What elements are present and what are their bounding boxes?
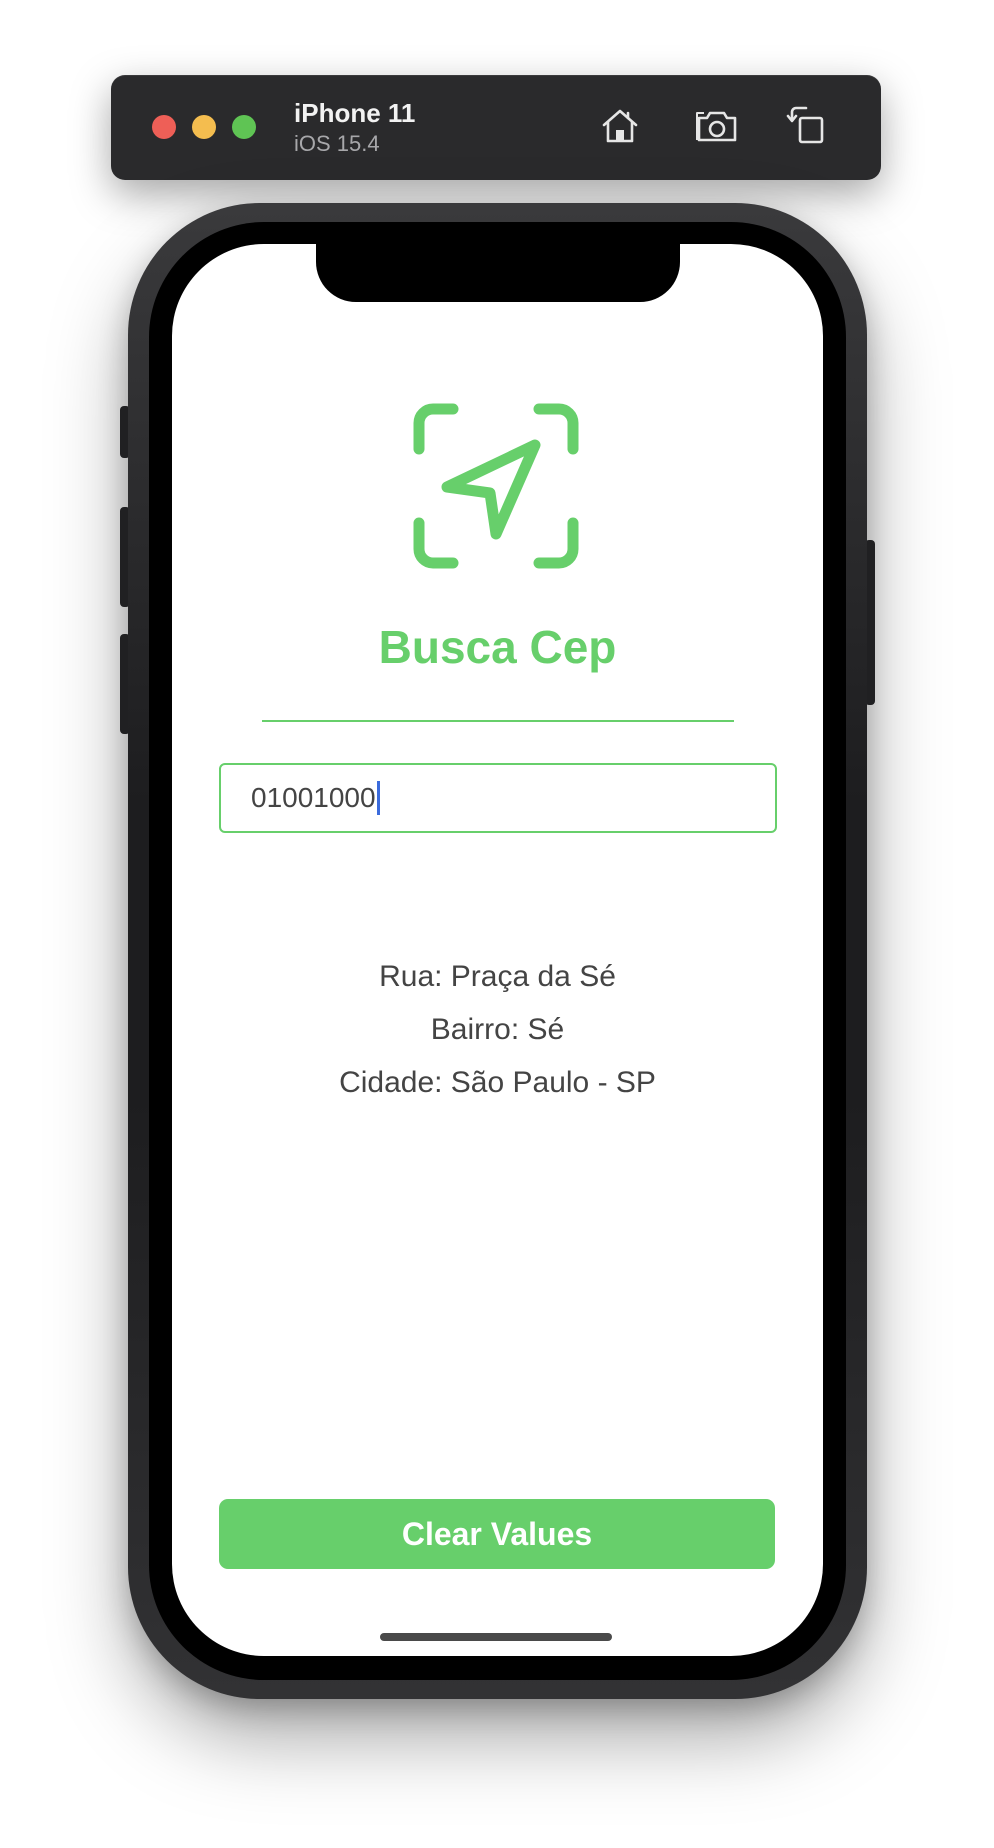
location-arrow-viewfinder-icon	[413, 403, 579, 569]
window-close-button[interactable]	[152, 115, 176, 139]
result-bairro: Bairro: Sé	[430, 1013, 565, 1046]
cep-input-value: 01001000	[251, 782, 376, 813]
title-divider	[262, 720, 734, 722]
clear-values-button[interactable]: Clear Values	[219, 1499, 775, 1569]
cep-input-field[interactable]: 01001000	[219, 763, 777, 833]
home-indicator[interactable]	[380, 1633, 612, 1641]
result-cidade: Cidade: São Paulo - SP	[339, 1066, 656, 1099]
app-title: Busca Cep	[378, 621, 617, 673]
text-caret	[376, 780, 380, 815]
screenshot-camera-icon[interactable]	[695, 104, 739, 148]
cep-input-content: 01001000	[251, 765, 380, 831]
notch	[316, 244, 680, 302]
device-name: iPhone 11	[294, 98, 416, 128]
result-rua: Rua: Praça da Sé	[379, 960, 616, 993]
rotate-icon[interactable]	[786, 104, 830, 148]
window-minimize-button[interactable]	[192, 115, 216, 139]
home-icon[interactable]	[598, 104, 642, 148]
window-zoom-button[interactable]	[232, 115, 256, 139]
simulator-toolbar	[111, 75, 881, 180]
app-screen: Busca Cep 01001000 Rua: Praça da Sé Bair…	[172, 244, 823, 1656]
simulator-window: iPhone 11 iOS 15.4 Busca Cep 01001000 Ru…	[0, 0, 994, 1848]
os-version: iOS 15.4	[294, 131, 380, 156]
